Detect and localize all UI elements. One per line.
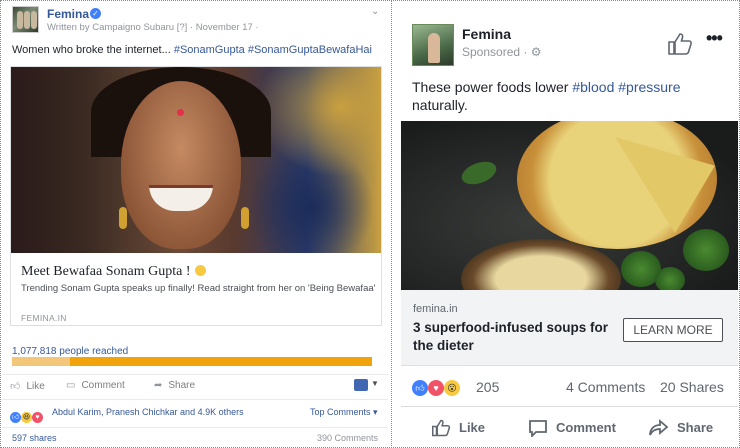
reaction-icons[interactable]: 👍︎ ♥ 😮︎ <box>412 378 460 396</box>
link-title[interactable]: 3 superfood-infused soups for the dieter <box>413 319 623 355</box>
like-icon <box>432 419 451 437</box>
like-icon[interactable] <box>667 32 693 56</box>
share-icon: ➦ <box>154 380 163 391</box>
like-icon: 👍︎ <box>10 381 21 392</box>
sponsored-label[interactable]: Sponsored · ⚙︎ <box>462 45 541 59</box>
link-card[interactable]: Meet Bewafaa Sonam Gupta ! Trending Sona… <box>10 66 382 326</box>
card-description: Trending Sonam Gupta speaks up finally! … <box>21 283 376 294</box>
like-reaction-icon: 👍︎ <box>412 380 428 396</box>
shares-count[interactable]: 20 Shares <box>660 379 724 395</box>
card-source: FEMINA.IN <box>21 313 67 323</box>
page-avatar[interactable] <box>12 6 39 33</box>
comment-button[interactable]: Comment <box>528 419 616 439</box>
post-text-plain: Women who broke the internet... <box>12 44 174 56</box>
reach-count[interactable]: 1,077,818 people reached <box>12 346 128 357</box>
panel-divider <box>391 0 392 448</box>
like-button[interactable]: 👍︎ Like <box>10 380 45 392</box>
article-photo <box>11 67 381 253</box>
share-button[interactable]: Share <box>649 419 713 437</box>
reaction-icons[interactable]: 👍︎ 😆︎ ♥ <box>10 406 43 424</box>
wow-reaction-icon: 😮︎ <box>444 380 460 396</box>
action-bar: Like Comment Share <box>401 406 738 446</box>
page-name[interactable]: Femina <box>462 26 511 42</box>
post-hashtags[interactable]: #SonamGupta #SonamGuptaBewafaHai <box>174 44 372 56</box>
page-name[interactable]: Femina <box>47 7 89 21</box>
reaction-count[interactable]: 205 <box>476 379 499 395</box>
post-text: These power foods lower #blood #pressure… <box>412 79 681 113</box>
haha-reaction-icon: 😆︎ <box>21 412 32 423</box>
top-comments-filter[interactable]: Top Comments ▾ <box>310 407 378 418</box>
reactors-names[interactable]: Abdul Karim, Pranesh Chichkar and 4.9K o… <box>52 407 244 417</box>
shares-count[interactable]: 597 shares <box>12 433 57 443</box>
hashtag-pressure[interactable]: #pressure <box>618 79 680 95</box>
reach-bar-organic <box>12 357 70 366</box>
share-button[interactable]: ➦ Share <box>154 380 195 391</box>
like-button[interactable]: Like <box>431 419 485 437</box>
love-reaction-icon: ♥ <box>428 380 444 396</box>
right-post: Femina Sponsored · ⚙︎ ••• These power fo… <box>401 2 738 446</box>
comment-icon: ▭ <box>66 380 76 391</box>
share-as-avatar[interactable] <box>354 379 368 391</box>
action-bar: 👍︎ Like ▭ Comment ➦ Share ▼ <box>2 374 388 396</box>
link-domain: femina.in <box>413 303 458 315</box>
comments-count[interactable]: 4 Comments <box>566 379 645 395</box>
post-text: Women who broke the internet... #SonamGu… <box>12 44 372 56</box>
caret-down-icon[interactable]: ▼ <box>371 379 379 388</box>
post-meta: Written by Campaigno Subaru [?] · Novemb… <box>47 22 259 33</box>
ad-photo[interactable] <box>401 121 738 290</box>
reach-bar <box>12 357 372 366</box>
love-reaction-icon: ♥ <box>32 412 43 423</box>
caret-down-icon[interactable]: ⌄ <box>371 6 379 17</box>
reactions-row: 👍︎ 😆︎ ♥ Abdul Karim, Pranesh Chichkar and … <box>2 399 388 424</box>
more-icon[interactable]: ••• <box>706 28 723 49</box>
verified-badge-icon: ✓ <box>90 8 101 19</box>
post-footer: 597 shares 390 Comments <box>2 427 388 445</box>
left-post: Femina ✓ Written by Campaigno Subaru [?]… <box>2 2 388 446</box>
hashtag-blood[interactable]: #blood <box>572 79 614 95</box>
comments-count[interactable]: 390 Comments <box>317 433 378 443</box>
smiley-icon <box>194 265 206 276</box>
link-preview[interactable]: femina.in 3 superfood-infused soups for … <box>401 290 738 366</box>
page-avatar[interactable] <box>412 24 454 66</box>
comment-icon <box>529 420 547 439</box>
like-reaction-icon: 👍︎ <box>10 412 21 423</box>
learn-more-button[interactable]: LEARN MORE <box>623 318 723 342</box>
comment-button[interactable]: ▭ Comment <box>66 380 125 391</box>
card-title[interactable]: Meet Bewafaa Sonam Gupta ! <box>21 264 206 280</box>
globe-icon: ⚙︎ <box>530 45 542 59</box>
share-icon <box>649 419 669 436</box>
